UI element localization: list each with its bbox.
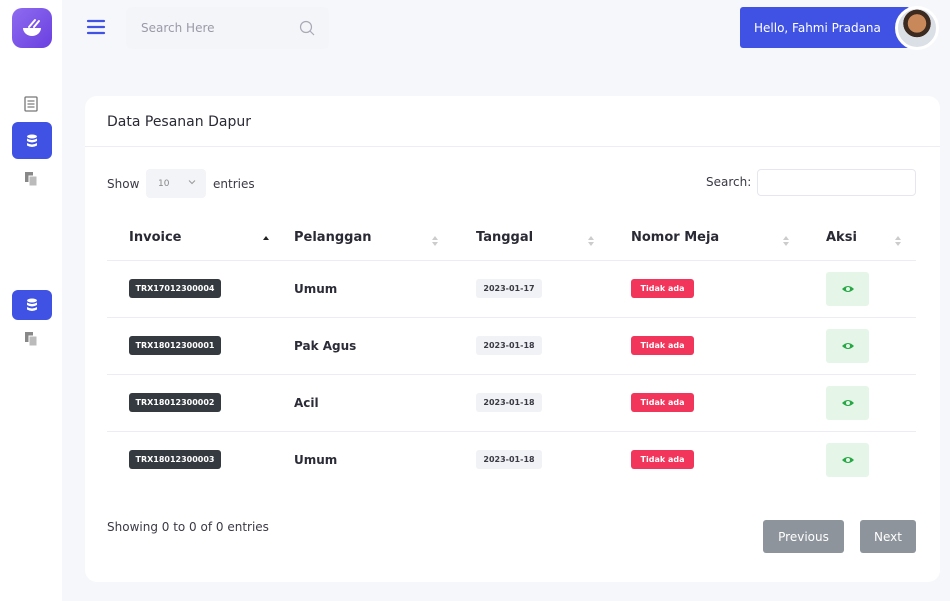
entries-select[interactable]: 10	[146, 169, 206, 198]
database-icon[interactable]	[12, 122, 52, 159]
invoice-badge: TRX18012300003	[129, 450, 221, 469]
table-search-label: Search:	[706, 175, 752, 189]
eye-icon	[841, 343, 854, 349]
search-icon[interactable]	[299, 20, 315, 36]
table-number-badge: Tidak ada	[631, 279, 694, 298]
next-button[interactable]: Next	[860, 520, 916, 553]
orders-card: Data Pesanan Dapur Show 10 entries Searc…	[85, 96, 940, 582]
view-button[interactable]	[826, 443, 869, 477]
avatar[interactable]	[895, 6, 939, 50]
greeting-text: Hello, Fahmi Pradana	[754, 20, 881, 35]
table-number-badge: Tidak ada	[631, 393, 694, 412]
page-title: Data Pesanan Dapur	[107, 114, 251, 130]
date-badge: 2023-01-18	[476, 393, 542, 412]
eye-icon	[841, 286, 854, 292]
eye-icon	[841, 457, 854, 463]
table-info: Showing 0 to 0 of 0 entries	[107, 520, 269, 534]
header-search	[126, 7, 329, 49]
customer-name: Umum	[294, 282, 338, 296]
date-badge: 2023-01-18	[476, 336, 542, 355]
user-menu-button[interactable]: Hello, Fahmi Pradana	[740, 7, 910, 48]
previous-button[interactable]: Previous	[763, 520, 844, 553]
invoice-badge: TRX17012300004	[129, 279, 221, 298]
divider	[85, 146, 940, 147]
customer-name: Acil	[294, 396, 319, 410]
column-header-invoice[interactable]: Invoice	[129, 230, 181, 245]
sort-icon[interactable]	[587, 232, 595, 246]
view-button[interactable]	[826, 329, 869, 363]
chevron-down-icon	[188, 178, 196, 186]
divider	[107, 260, 916, 261]
column-header-nomor-meja[interactable]: Nomor Meja	[631, 230, 719, 245]
customer-name: Umum	[294, 453, 338, 467]
divider	[107, 374, 916, 375]
sidebar	[0, 0, 62, 601]
table-search-input[interactable]	[757, 169, 916, 196]
copy-icon[interactable]	[24, 171, 38, 187]
date-badge: 2023-01-18	[476, 450, 542, 469]
table-number-badge: Tidak ada	[631, 450, 694, 469]
menu-icon[interactable]	[86, 18, 106, 36]
invoice-badge: TRX18012300001	[129, 336, 221, 355]
header-search-input[interactable]	[126, 7, 291, 49]
sort-icon[interactable]	[894, 232, 902, 246]
entries-select-value: 10	[158, 178, 170, 189]
view-button[interactable]	[826, 272, 869, 306]
table-number-badge: Tidak ada	[631, 336, 694, 355]
divider	[107, 317, 916, 318]
column-header-aksi[interactable]: Aksi	[826, 230, 857, 245]
dashboard-icon[interactable]	[24, 96, 38, 112]
copy-icon[interactable]	[24, 331, 38, 347]
bowl-logo-icon[interactable]	[12, 8, 52, 48]
sort-icon[interactable]	[262, 232, 270, 244]
show-label: Show	[107, 177, 140, 191]
sort-icon[interactable]	[782, 232, 790, 246]
view-button[interactable]	[826, 386, 869, 420]
database-icon[interactable]	[12, 290, 52, 320]
sort-icon[interactable]	[431, 232, 439, 246]
column-header-tanggal[interactable]: Tanggal	[476, 230, 533, 245]
invoice-badge: TRX18012300002	[129, 393, 221, 412]
column-header-pelanggan[interactable]: Pelanggan	[294, 230, 371, 245]
divider	[107, 431, 916, 432]
customer-name: Pak Agus	[294, 339, 357, 353]
date-badge: 2023-01-17	[476, 279, 542, 298]
entries-label: entries	[213, 177, 255, 191]
eye-icon	[841, 400, 854, 406]
